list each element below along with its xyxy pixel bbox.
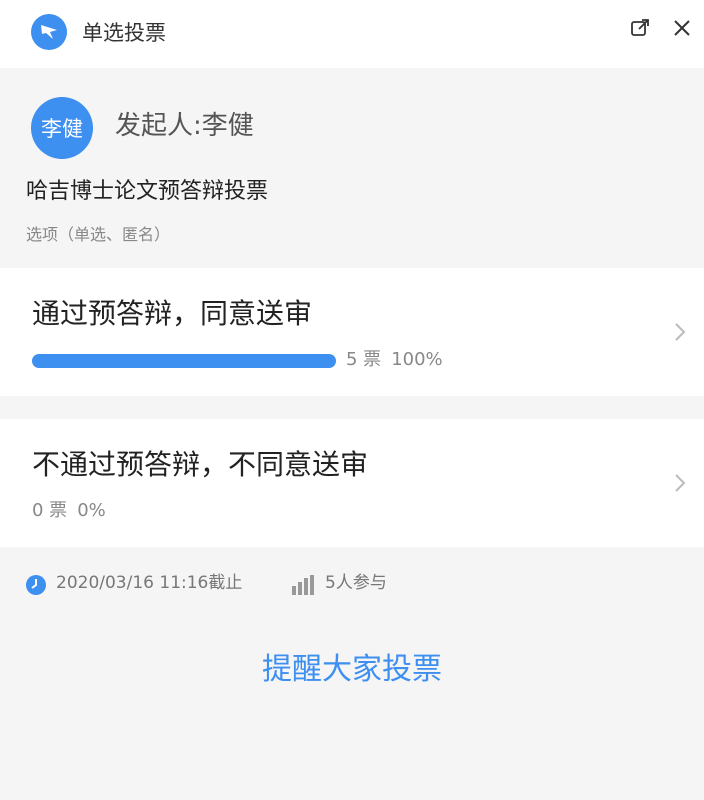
vote-header: 李健 发起人:李健 哈吉博士论文预答辩投票 选项（单选、匿名） — [0, 68, 704, 268]
close-icon[interactable] — [666, 12, 698, 44]
vote-footer: 2020/03/16 11:16截止 5人参与 提醒大家投票 — [0, 548, 704, 800]
bar-chart-icon — [292, 575, 314, 595]
deadline-text: 2020/03/16 11:16截止 — [56, 573, 243, 593]
vote-subtitle: 选项（单选、匿名） — [26, 225, 171, 244]
app-logo-icon — [31, 14, 67, 50]
title-bar: 单选投票 — [0, 0, 704, 68]
vote-percent: 0% — [77, 500, 106, 521]
popout-icon[interactable] — [624, 12, 656, 44]
initiator-label: 发起人:李健 — [115, 111, 254, 141]
option-stats: 0 票 0% — [32, 498, 116, 524]
option-label: 不通过预答辩，不同意送审 — [32, 448, 369, 481]
option-stats: 5 票 100% — [346, 347, 453, 373]
participants-count: 5人参与 — [325, 573, 387, 593]
chevron-right-icon — [675, 474, 686, 492]
vote-percent: 100% — [391, 349, 443, 370]
option-item-1[interactable]: 通过预答辩，同意送审 5 票 100% — [0, 268, 704, 396]
option-label: 通过预答辩，同意送审 — [32, 297, 313, 330]
vote-count: 0 票 — [32, 500, 68, 521]
vote-progress-bar — [32, 354, 336, 368]
clock-icon — [26, 575, 46, 595]
vote-title: 哈吉博士论文预答辩投票 — [26, 179, 269, 204]
remind-everyone-button[interactable]: 提醒大家投票 — [0, 648, 704, 692]
vote-progress-fill — [32, 354, 336, 368]
avatar: 李健 — [31, 97, 93, 159]
window-title: 单选投票 — [82, 21, 166, 45]
chevron-right-icon — [675, 323, 686, 341]
vote-count: 5 票 — [346, 349, 382, 370]
option-item-2[interactable]: 不通过预答辩，不同意送审 0 票 0% — [0, 419, 704, 547]
